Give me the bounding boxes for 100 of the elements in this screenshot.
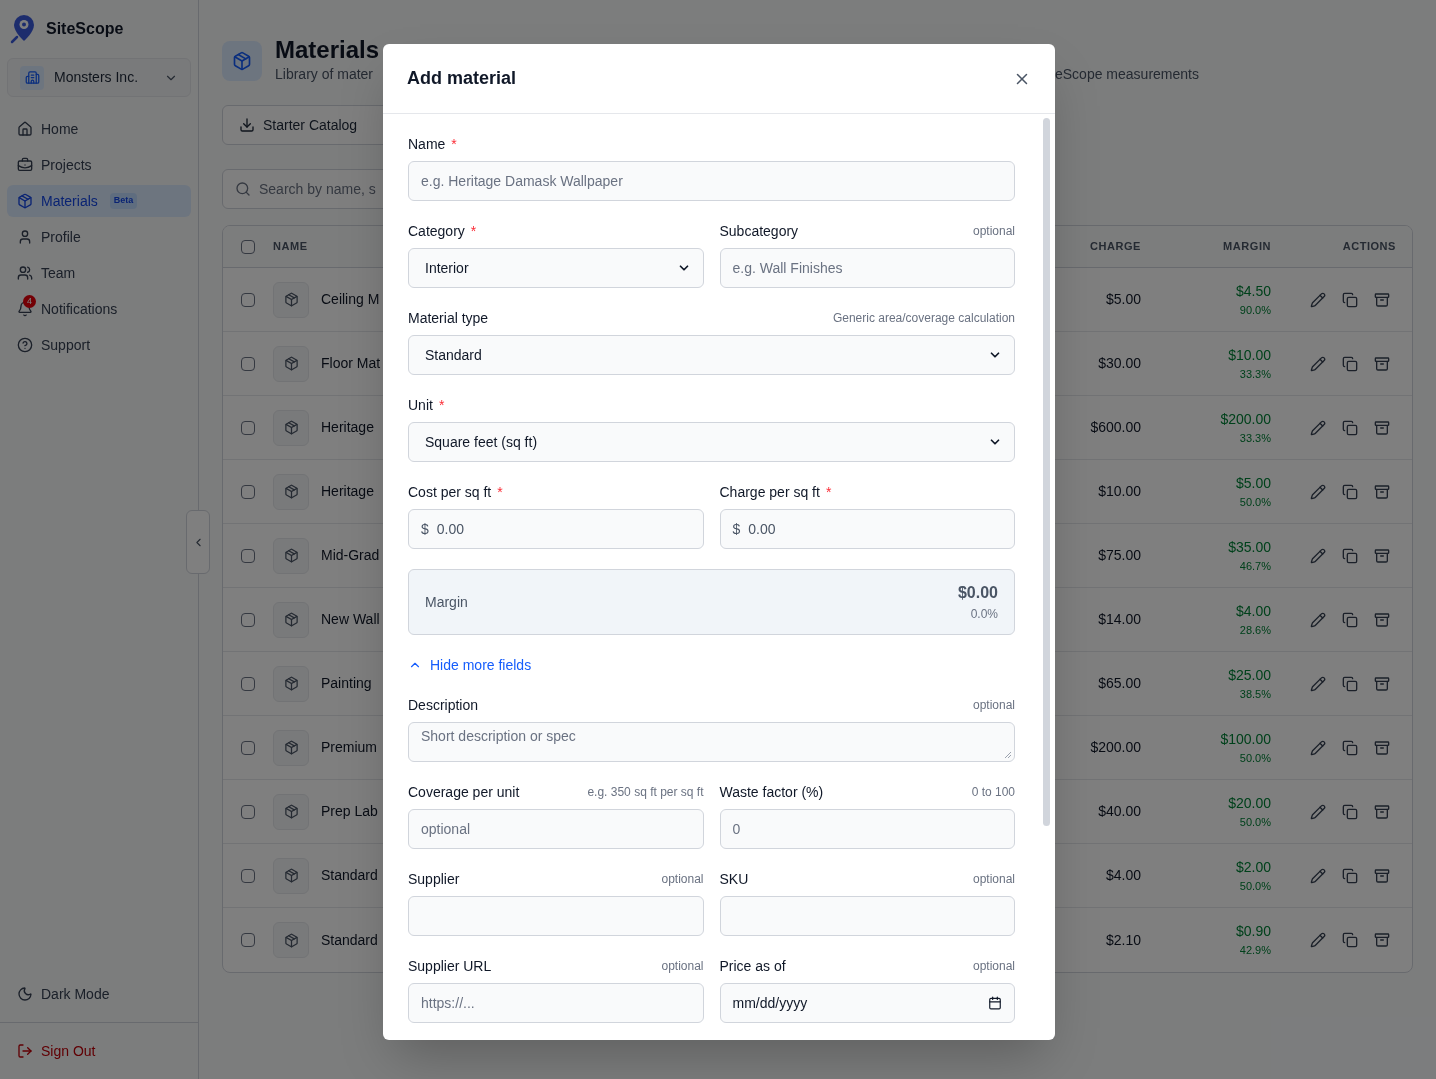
input-field[interactable]: https://... bbox=[408, 983, 704, 1023]
input-field[interactable] bbox=[719, 896, 1015, 936]
input-field[interactable]: 0 bbox=[719, 809, 1015, 849]
field-hint: Generic area/coverage calculation bbox=[832, 310, 1015, 327]
row-checkbox[interactable] bbox=[241, 292, 255, 307]
column-header: ACTIONS bbox=[1341, 239, 1397, 255]
charge-cell-text: $600.00 bbox=[1089, 418, 1141, 437]
margin-amount: $5.00 bbox=[1235, 473, 1271, 493]
nav-item[interactable]: Home bbox=[7, 113, 191, 145]
nav-item[interactable]: Team bbox=[7, 257, 191, 289]
row-checkbox[interactable] bbox=[241, 356, 255, 371]
box-icon bbox=[273, 793, 309, 830]
margin-summary: Margin $0.00 0.0% bbox=[408, 569, 1015, 635]
row-checkbox[interactable] bbox=[241, 933, 255, 947]
edit-icon[interactable] bbox=[1310, 419, 1326, 436]
row-checkbox[interactable] bbox=[241, 548, 255, 563]
archive-icon[interactable] bbox=[1374, 932, 1390, 948]
row-checkbox[interactable] bbox=[241, 804, 255, 819]
nav-item[interactable]: Materials Beta bbox=[7, 185, 191, 217]
box-icon bbox=[273, 922, 309, 958]
edit-icon[interactable] bbox=[1310, 547, 1326, 564]
organization-switcher[interactable]: Monsters Inc. bbox=[7, 58, 191, 97]
edit-icon[interactable] bbox=[1310, 291, 1326, 308]
field-hint: 0 to 100 bbox=[971, 784, 1015, 801]
margin-percent: 33.3% bbox=[1239, 366, 1271, 382]
copy-icon[interactable] bbox=[1342, 355, 1358, 372]
input-field[interactable]: optional bbox=[408, 809, 704, 849]
input-field[interactable]: $ 0.00 bbox=[408, 509, 704, 549]
row-checkbox[interactable] bbox=[241, 740, 255, 755]
nav-item[interactable]: 4 Notifications bbox=[7, 293, 191, 325]
archive-icon[interactable] bbox=[1374, 803, 1390, 820]
input-field[interactable]: e.g. Wall Finishes bbox=[719, 248, 1015, 288]
copy-icon[interactable] bbox=[1342, 867, 1358, 884]
date-field[interactable]: mm/dd/yyyy bbox=[719, 983, 1015, 1023]
edit-icon[interactable] bbox=[1310, 867, 1326, 884]
edit-icon[interactable] bbox=[1310, 932, 1326, 948]
row-checkbox[interactable] bbox=[241, 420, 255, 435]
copy-icon[interactable] bbox=[1342, 419, 1358, 436]
archive-icon[interactable] bbox=[1374, 291, 1390, 308]
nav-item[interactable]: Profile bbox=[7, 221, 191, 253]
row-checkbox[interactable] bbox=[241, 676, 255, 691]
edit-icon[interactable] bbox=[1310, 611, 1326, 628]
margin-amount: $100.00 bbox=[1220, 729, 1271, 749]
dialog-title: Add material bbox=[407, 67, 517, 90]
nav-item[interactable]: Projects bbox=[7, 149, 191, 181]
material-name: Heritage bbox=[321, 418, 374, 437]
select-field[interactable]: Square feet (sq ft) bbox=[408, 422, 1015, 462]
select-field[interactable]: Standard bbox=[408, 335, 1015, 375]
calendar-icon[interactable] bbox=[988, 996, 1002, 1010]
edit-icon[interactable] bbox=[1310, 675, 1326, 692]
margin-percent: 42.9% bbox=[1239, 943, 1271, 959]
copy-icon[interactable] bbox=[1342, 547, 1358, 564]
copy-icon[interactable] bbox=[1342, 739, 1358, 756]
edit-icon[interactable] bbox=[1310, 739, 1326, 756]
select-all-checkbox[interactable] bbox=[241, 239, 255, 254]
input-field[interactable]: e.g. Heritage Damask Wallpaper bbox=[408, 161, 1015, 201]
margin-percent: 50.0% bbox=[1239, 494, 1271, 510]
row-checkbox[interactable] bbox=[241, 868, 255, 883]
field-label: Supplier bbox=[408, 869, 460, 889]
nav-item[interactable]: Support bbox=[7, 329, 191, 361]
copy-icon[interactable] bbox=[1342, 932, 1358, 948]
material-name: Ceiling M bbox=[321, 290, 380, 309]
copy-icon[interactable] bbox=[1342, 675, 1358, 692]
row-checkbox[interactable] bbox=[241, 612, 255, 627]
archive-icon[interactable] bbox=[1374, 547, 1390, 564]
copy-icon[interactable] bbox=[1342, 483, 1358, 500]
box-icon bbox=[273, 409, 309, 446]
archive-icon[interactable] bbox=[1374, 483, 1390, 500]
copy-icon[interactable] bbox=[1342, 611, 1358, 628]
field-label: Description bbox=[408, 695, 479, 715]
archive-icon[interactable] bbox=[1374, 675, 1390, 692]
archive-icon[interactable] bbox=[1374, 867, 1390, 884]
charge-cell-text: $75.00 bbox=[1097, 546, 1141, 565]
charge-cell-text: $4.00 bbox=[1104, 866, 1141, 885]
field-hint: optional bbox=[661, 871, 704, 888]
box-icon bbox=[273, 473, 309, 510]
description-field[interactable]: Short description or spec bbox=[408, 722, 1015, 762]
edit-icon[interactable] bbox=[1310, 803, 1326, 820]
sign-out-link[interactable]: Sign Out bbox=[0, 1023, 198, 1079]
archive-icon[interactable] bbox=[1374, 739, 1390, 756]
resize-handle-icon[interactable] bbox=[1004, 751, 1012, 759]
input-field[interactable]: $ 0.00 bbox=[719, 509, 1015, 549]
copy-icon[interactable] bbox=[1342, 291, 1358, 308]
archive-icon[interactable] bbox=[1374, 611, 1390, 628]
select-field[interactable]: Interior bbox=[408, 248, 704, 288]
beta-tag: Beta bbox=[109, 193, 138, 209]
edit-icon[interactable] bbox=[1310, 355, 1326, 372]
scrollbar[interactable] bbox=[1043, 118, 1050, 826]
search-icon bbox=[235, 181, 251, 197]
row-checkbox[interactable] bbox=[241, 484, 255, 499]
toggle-fields-link[interactable]: Hide more fields bbox=[408, 655, 532, 675]
edit-icon[interactable] bbox=[1310, 483, 1326, 500]
margin-amount: $4.50 bbox=[1235, 281, 1271, 301]
archive-icon[interactable] bbox=[1374, 419, 1390, 436]
app-name: SiteScope bbox=[46, 19, 124, 39]
dark-mode-toggle[interactable]: Dark Mode bbox=[0, 980, 198, 1008]
input-field[interactable] bbox=[408, 896, 704, 936]
material-name: New Wall bbox=[321, 610, 380, 629]
copy-icon[interactable] bbox=[1342, 803, 1358, 820]
archive-icon[interactable] bbox=[1374, 355, 1390, 372]
